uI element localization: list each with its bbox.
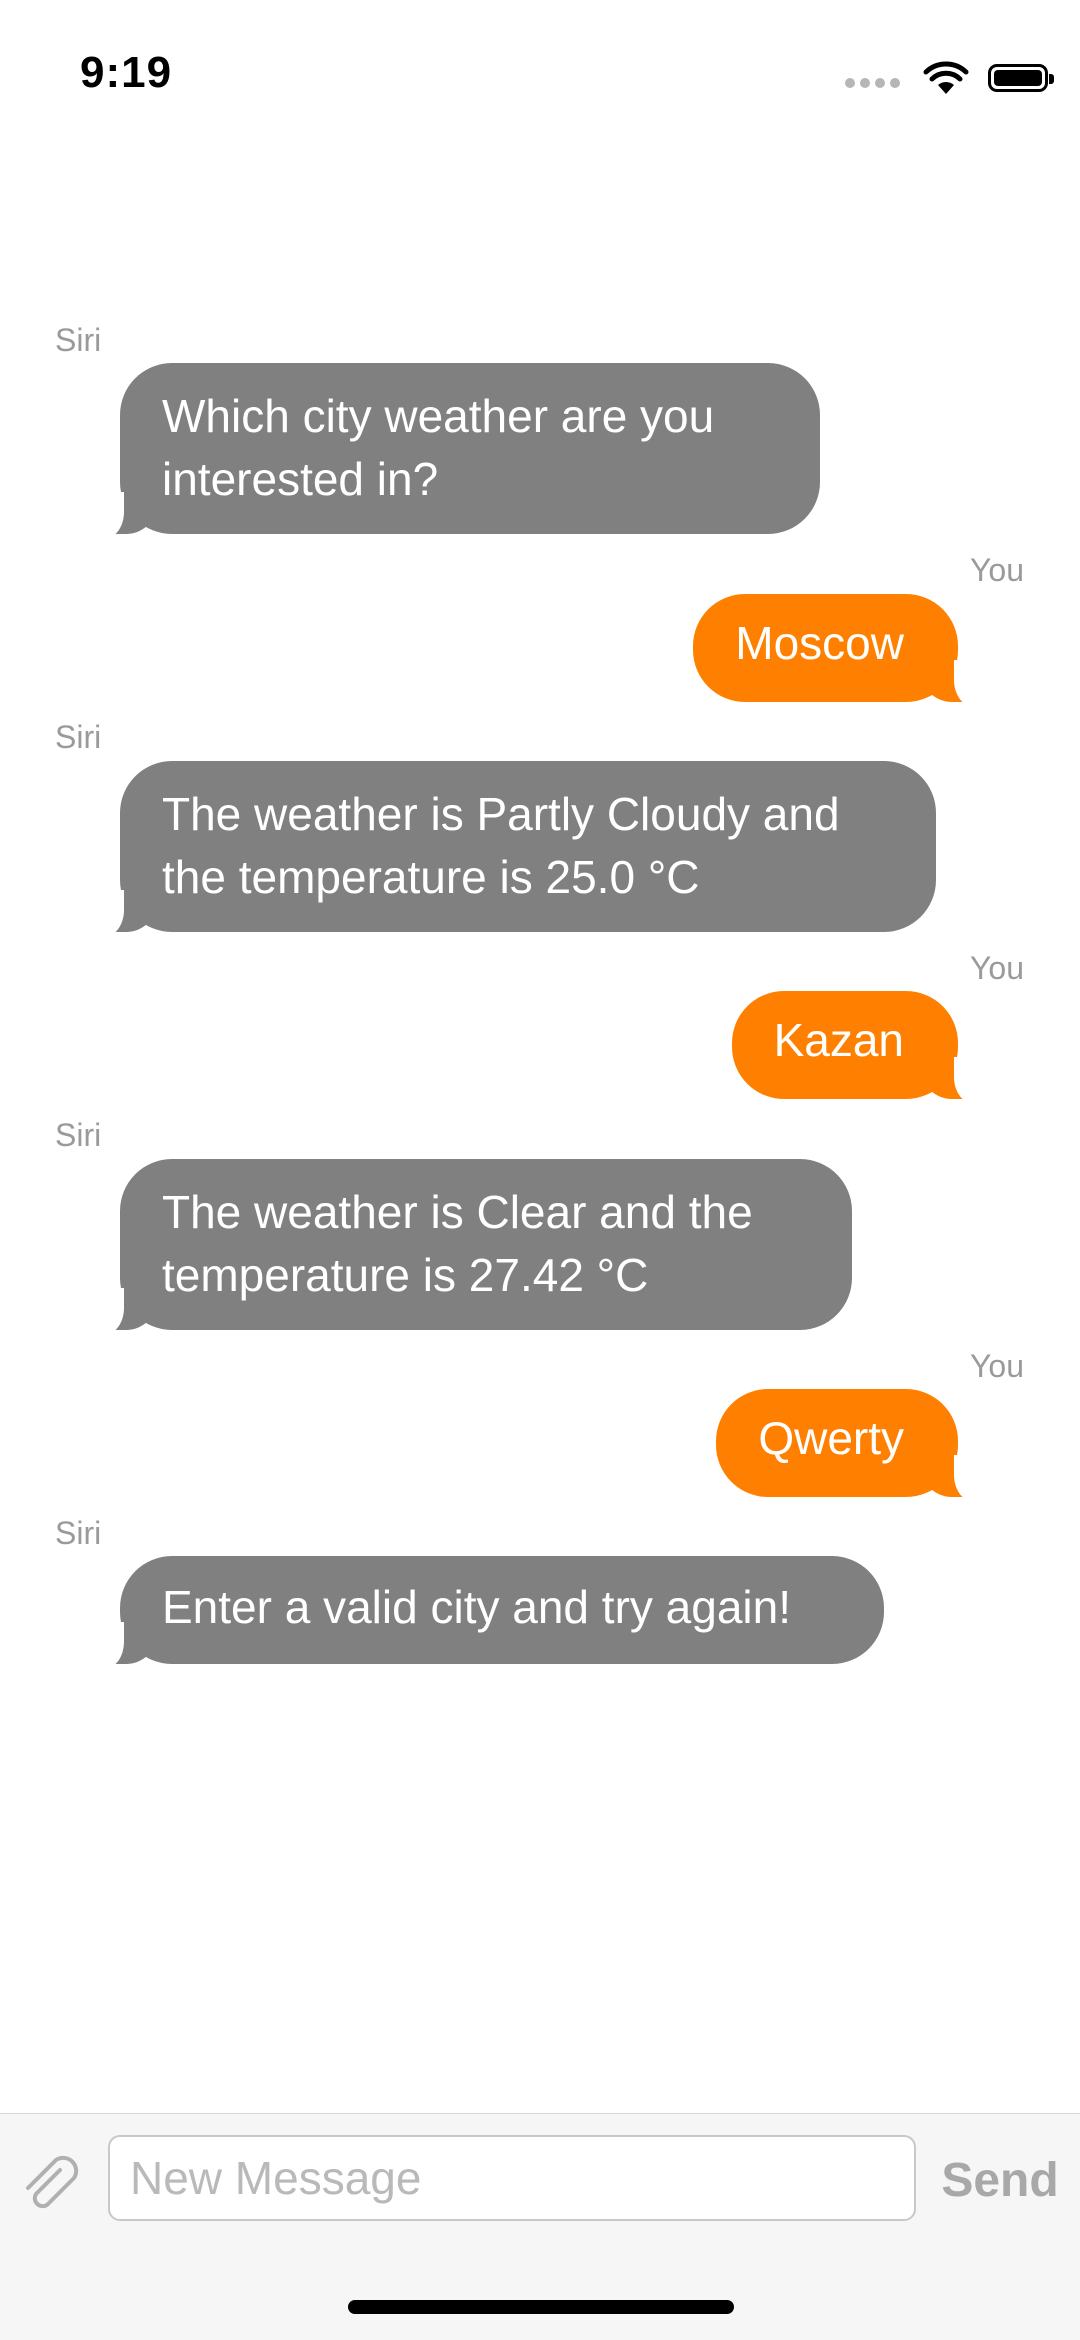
message-input[interactable]	[108, 2135, 916, 2221]
sender-label: Siri	[55, 1117, 102, 1153]
user-message-bubble: Kazan	[731, 991, 991, 1105]
sender-label: You	[970, 552, 1024, 588]
siri-message-bubble: The weather is Clear and the temperature…	[88, 1159, 852, 1336]
sender-label: Siri	[55, 1515, 102, 1551]
send-button[interactable]: Send	[930, 2142, 1070, 2218]
sender-label: Siri	[55, 719, 102, 755]
message-list[interactable]: Siri Which city weather are you interest…	[0, 0, 1080, 2110]
siri-message-bubble: The weather is Partly Cloudy and the tem…	[88, 761, 936, 938]
home-indicator[interactable]	[348, 2300, 734, 2314]
siri-message-bubble: Which city weather are you interested in…	[88, 363, 820, 540]
sender-label: Siri	[55, 322, 102, 358]
sender-label: You	[970, 950, 1024, 986]
user-message-bubble: Moscow	[693, 594, 990, 708]
user-message-bubble: Qwerty	[716, 1389, 990, 1503]
siri-message-bubble: Enter a valid city and try again!	[88, 1556, 884, 1670]
paperclip-icon[interactable]	[20, 2152, 88, 2220]
sender-label: You	[970, 1348, 1024, 1384]
